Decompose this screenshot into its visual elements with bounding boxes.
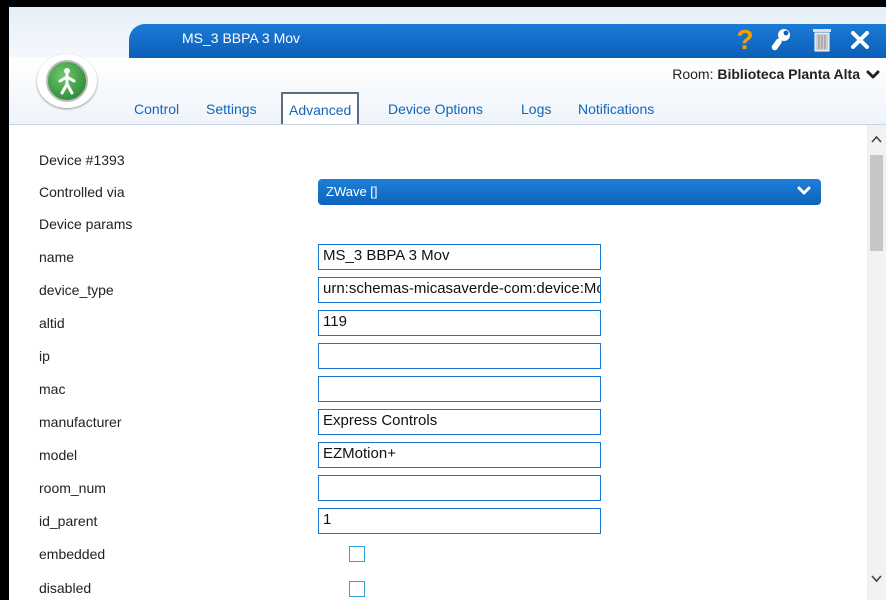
title-tab: MS_3 BBPA 3 Mov ? xyxy=(129,24,886,58)
param-label-ip: ip xyxy=(39,348,50,364)
name-field[interactable]: MS_3 BBPA 3 Mov xyxy=(318,244,601,270)
id-parent-field[interactable]: 1 xyxy=(318,508,601,534)
tab-bar: Control Settings Advanced Device Options… xyxy=(9,92,886,124)
titlebar: MS_3 BBPA 3 Mov ? xyxy=(9,7,886,59)
tab-advanced[interactable]: Advanced xyxy=(281,92,360,124)
manufacturer-field[interactable]: Express Controls xyxy=(318,409,601,435)
tab-settings[interactable]: Settings xyxy=(206,101,257,117)
device-params-label: Device params xyxy=(39,216,133,232)
tab-notifications[interactable]: Notifications xyxy=(578,101,654,117)
param-label-altid: altid xyxy=(39,315,65,331)
controlled-via-select[interactable]: ZWave [] xyxy=(318,179,821,205)
disabled-label: disabled xyxy=(39,580,92,596)
param-label-id-parent: id_parent xyxy=(39,513,98,529)
window-title: MS_3 BBPA 3 Mov xyxy=(182,30,301,46)
ip-field[interactable] xyxy=(318,343,601,369)
header: Room: Biblioteca Planta Alta Control Set… xyxy=(9,54,886,125)
model-field[interactable]: EZMotion+ xyxy=(318,442,601,468)
device-id-label: Device #1393 xyxy=(39,152,125,168)
device-type-field[interactable]: urn:schemas-micasaverde-com:device:Motio… xyxy=(318,277,601,303)
param-label-device-type: device_type xyxy=(39,282,114,298)
vertical-scrollbar[interactable] xyxy=(867,125,886,600)
advanced-panel: Device #1393 Controlled via ZWave [] Dev… xyxy=(9,125,886,600)
embedded-checkbox[interactable] xyxy=(349,546,365,562)
param-label-mac: mac xyxy=(39,381,66,397)
room-num-field[interactable] xyxy=(318,475,601,501)
room-name: Biblioteca Planta Alta xyxy=(717,66,860,82)
trash-icon[interactable] xyxy=(809,26,835,54)
tab-device-options[interactable]: Device Options xyxy=(388,101,483,117)
chevron-down-icon[interactable] xyxy=(866,68,880,86)
param-label-manufacturer: manufacturer xyxy=(39,414,122,430)
wrench-icon[interactable] xyxy=(769,26,795,54)
controlled-via-label: Controlled via xyxy=(39,184,125,200)
scroll-up-icon[interactable] xyxy=(869,132,884,147)
param-label-name: name xyxy=(39,249,75,265)
disabled-checkbox[interactable] xyxy=(349,581,365,597)
close-icon[interactable] xyxy=(847,26,873,54)
param-label-room-num: room_num xyxy=(39,480,106,496)
scrollbar-thumb[interactable] xyxy=(870,155,883,251)
device-dialog: MS_3 BBPA 3 Mov ? Room: Biblioteca Plant… xyxy=(9,7,886,600)
altid-field[interactable]: 119 xyxy=(318,310,601,336)
scroll-down-icon[interactable] xyxy=(869,571,884,586)
controlled-via-value: ZWave [] xyxy=(326,184,378,199)
room-indicator: Room: Biblioteca Planta Alta xyxy=(672,66,860,82)
mac-field[interactable] xyxy=(318,376,601,402)
chevron-down-icon xyxy=(797,185,811,200)
room-label: Room: xyxy=(672,66,714,82)
param-label-model: model xyxy=(39,447,78,463)
embedded-label: embedded xyxy=(39,546,106,562)
tab-logs[interactable]: Logs xyxy=(521,101,551,117)
help-icon[interactable]: ? xyxy=(734,24,756,55)
tab-control[interactable]: Control xyxy=(134,101,179,117)
